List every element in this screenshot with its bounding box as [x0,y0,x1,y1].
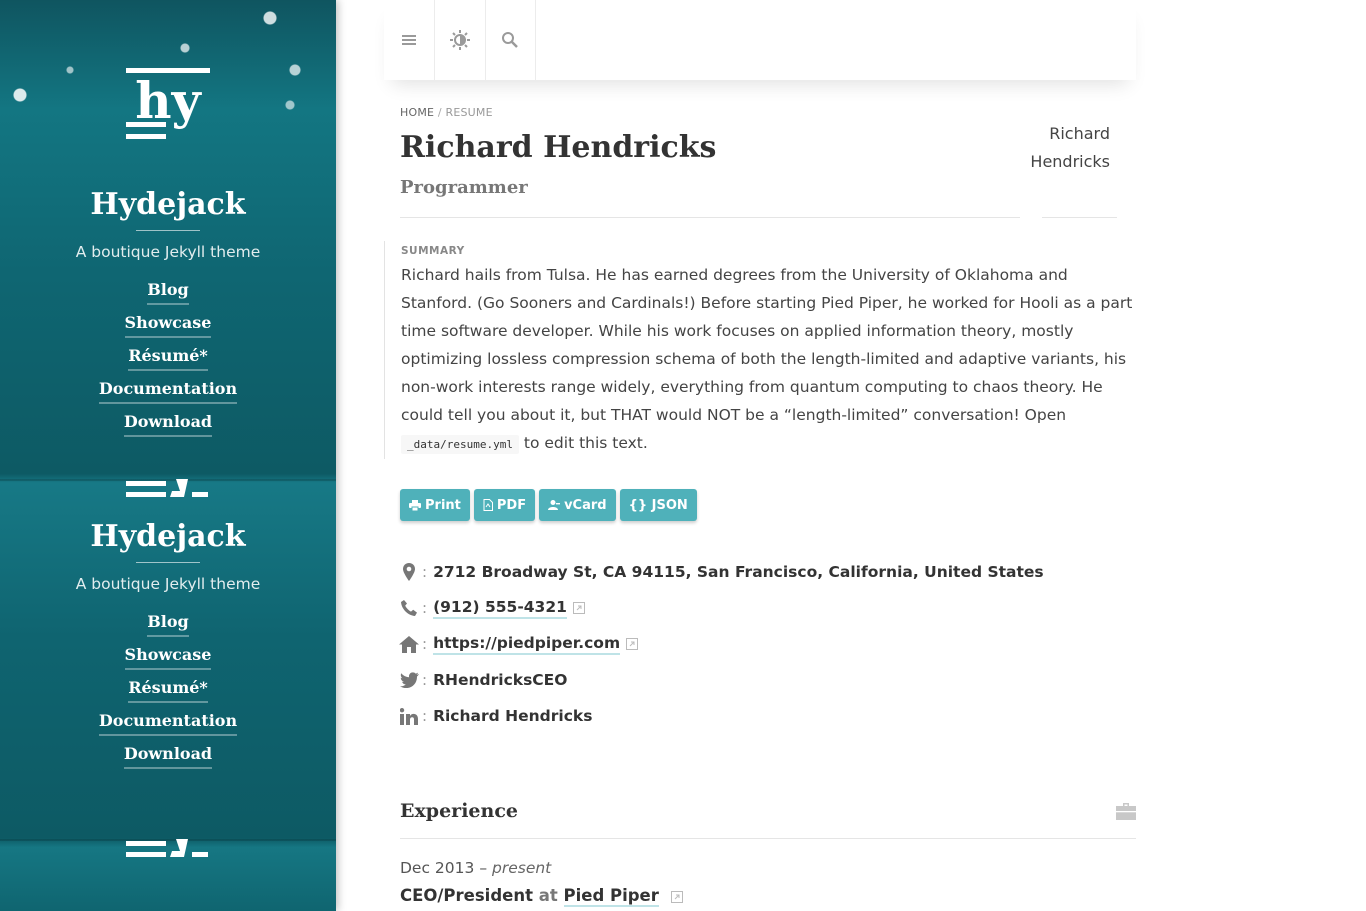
linkedin-name: Richard Hendricks [433,707,593,725]
nav-link-download[interactable]: Download [123,743,213,769]
nav-link-documentation[interactable]: Documentation [98,710,238,736]
contact-phone: : (912) 555-4321 [398,590,1044,626]
summary-text: Richard hails from Tulsa. He has earned … [401,266,1133,454]
site-title[interactable]: Hydejack [0,522,336,552]
header-rule [400,217,1020,218]
nav-link-showcase[interactable]: Showcase [124,644,212,670]
breadcrumb-separator: / [437,106,442,119]
summary-code: _data/resume.yml [401,435,519,454]
home-icon [398,634,420,654]
brightness-icon [450,30,470,50]
experience-heading: Experience [400,800,518,822]
map-marker-icon [398,562,420,582]
nav-link-resume[interactable]: Résumé* [128,345,208,371]
site-title[interactable]: Hydejack [0,190,336,220]
external-link-icon [626,638,639,650]
resume-name: Richard Hendricks [400,130,717,165]
print-button[interactable]: Print [400,489,470,521]
sidebar-block: Hydejack A boutique Jekyll theme Blog Sh… [0,428,336,776]
briefcase-icon [1116,803,1136,820]
resume-actions: Print PDF vCard {} JSON [400,489,697,521]
breadcrumb-home[interactable]: HOME [400,106,434,119]
menu-icon [402,35,416,45]
phone-link[interactable]: (912) 555-4321 [433,598,567,619]
search-button[interactable] [485,0,536,80]
sidebar: hy Hydejack A boutique Jekyll theme Blog… [0,0,336,911]
resume-role: Programmer [400,177,528,198]
site-tagline: A boutique Jekyll theme [75,575,261,593]
external-link-icon [572,602,585,614]
external-link-icon [670,890,683,903]
hydejack-logo-icon[interactable]: hy [126,68,210,140]
theme-toggle-button[interactable] [434,0,486,80]
nav-link-documentation[interactable]: Documentation [98,378,238,404]
nav-link-blog[interactable]: Blog [147,279,189,305]
vcard-button[interactable]: vCard [539,489,616,521]
breadcrumb-current: RESUME [445,106,493,119]
menu-button[interactable] [384,0,435,80]
profile-photo-alt: Richard Hendricks [1030,124,1110,171]
hydejack-logo-partial-icon [126,839,210,859]
summary-label: SUMMARY [401,245,465,257]
nav-link-blog[interactable]: Blog [147,611,189,637]
header-rule [1042,217,1117,218]
company-link[interactable]: Pied Piper [563,886,659,907]
topbar [384,0,1136,80]
title-rule [136,562,200,563]
address-text: 2712 Broadway St, CA 94115, San Francisc… [433,563,1044,581]
linkedin-icon [398,706,420,726]
twitter-icon [398,670,420,690]
user-card-icon [548,500,561,510]
search-icon [502,32,518,48]
nav-link-showcase[interactable]: Showcase [124,312,212,338]
summary-border [384,241,385,459]
contact-address: : 2712 Broadway St, CA 94115, San Franci… [398,554,1044,590]
json-button[interactable]: {} JSON [619,489,697,521]
experience-position: CEO/President at Pied Piper [400,886,683,907]
twitter-handle: RHendricksCEO [433,671,568,689]
phone-icon [398,598,420,618]
site-tagline: A boutique Jekyll theme [75,243,261,261]
pdf-button[interactable]: PDF [473,489,536,521]
contact-linkedin: : Richard Hendricks [398,698,1044,734]
contact-twitter: : RHendricksCEO [398,662,1044,698]
svg-text:hy: hy [135,71,202,130]
experience-rule [400,838,1136,839]
sidebar-nav: Blog Showcase Résumé* Documentation Down… [0,279,336,437]
nav-link-resume[interactable]: Résumé* [128,677,208,703]
breadcrumb: HOME / RESUME [400,106,493,119]
print-icon [409,499,421,511]
experience-date: Dec 2013 – present [400,859,552,877]
sidebar-block: hy Hydejack A boutique Jekyll theme Blog… [0,68,336,444]
sidebar-nav: Blog Showcase Résumé* Documentation Down… [0,611,336,769]
title-rule [136,230,200,231]
contact-website: : https://piedpiper.com [398,626,1044,662]
contact-list: : 2712 Broadway St, CA 94115, San Franci… [398,554,1044,734]
pdf-file-icon [483,499,493,511]
website-link[interactable]: https://piedpiper.com [433,634,621,655]
